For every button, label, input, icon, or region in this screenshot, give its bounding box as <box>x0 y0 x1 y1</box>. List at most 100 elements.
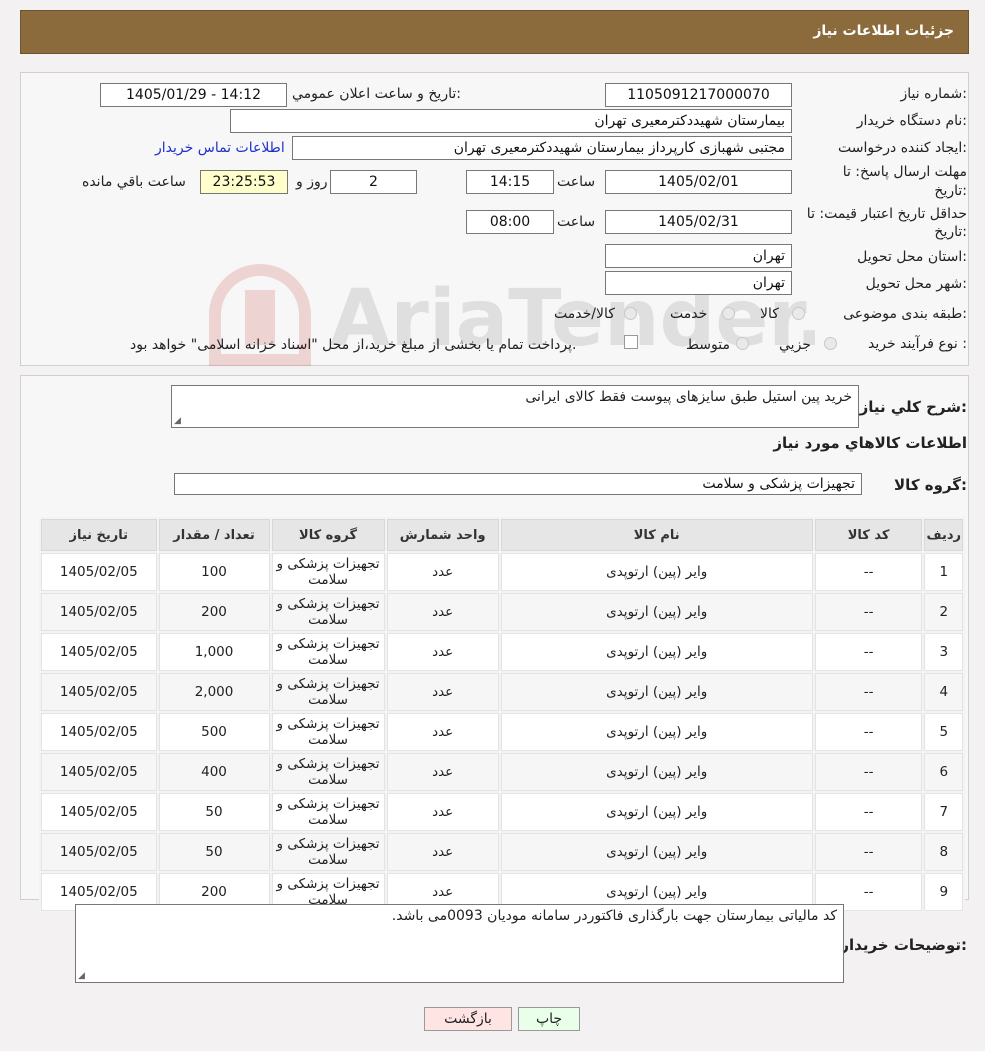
col-need-date: تاریخ نیاز <box>41 519 157 551</box>
cell-row-number: 8 <box>924 833 963 871</box>
cell-row-number: 7 <box>924 793 963 831</box>
table-row: 6 -- وایر (پین) ارتوپدی عدد تجهیزات پزشک… <box>41 753 963 791</box>
cell-item-name: وایر (پین) ارتوپدی <box>500 553 813 591</box>
table-row: 2 -- وایر (پین) ارتوپدی عدد تجهیزات پزشک… <box>41 593 963 631</box>
col-unit: واحد شمارش <box>386 519 499 551</box>
province-label: استان محل تحویل: <box>857 249 967 265</box>
category-goods-service-radio[interactable] <box>624 307 637 320</box>
announce-field: 1405/01/29 - 14:12 <box>100 83 287 107</box>
cell-group: تجهیزات پزشکی و سلامت <box>271 753 385 791</box>
cell-need-date: 1405/02/05 <box>41 833 157 871</box>
buyer-org-label: نام دستگاه خریدار: <box>856 113 967 129</box>
deadline-time-field: 14:15 <box>466 170 554 194</box>
buyer-notes-label: توضیحات خریدار: <box>840 936 967 954</box>
resize-handle-icon[interactable]: ◢ <box>174 416 181 426</box>
creator-field: مجتبی شهبازی کارپرداز بیمارستان شهیددکتر… <box>292 136 792 160</box>
cell-quantity: 400 <box>158 753 270 791</box>
cell-item-code: -- <box>814 673 923 711</box>
cell-item-code: -- <box>814 713 923 751</box>
cell-row-number: 2 <box>924 593 963 631</box>
cell-row-number: 9 <box>924 873 963 911</box>
cell-quantity: 200 <box>158 593 270 631</box>
page-title: جزئیات اطلاعات نیاز <box>813 23 954 39</box>
days-remaining-field: 2 <box>330 170 417 194</box>
cell-group: تجهیزات پزشکی و سلامت <box>271 793 385 831</box>
table-row: 8 -- وایر (پین) ارتوپدی عدد تجهیزات پزشک… <box>41 833 963 871</box>
need-number-field: 1105091217000070 <box>605 83 792 107</box>
cell-quantity: 500 <box>158 713 270 751</box>
process-small-radio[interactable] <box>824 337 837 350</box>
need-number-label: شماره نیاز: <box>900 86 967 102</box>
cell-item-code: -- <box>814 753 923 791</box>
col-row-number: ردیف <box>924 519 963 551</box>
buyer-notes-text: کد مالیاتی بیمارستان جهت بارگذاری فاکتور… <box>391 908 837 924</box>
category-goods-service-label: کالا/خدمت <box>554 306 615 322</box>
cell-unit: عدد <box>386 673 499 711</box>
cell-item-code: -- <box>814 793 923 831</box>
cell-row-number: 4 <box>924 673 963 711</box>
province-field: تهران <box>605 244 792 268</box>
print-button[interactable]: چاپ <box>518 1007 580 1031</box>
buyer-contact-link[interactable]: اطلاعات تماس خریدار <box>155 140 285 156</box>
cell-unit: عدد <box>386 753 499 791</box>
col-quantity: تعداد / مقدار <box>158 519 270 551</box>
cell-row-number: 1 <box>924 553 963 591</box>
resize-handle-icon[interactable]: ◢ <box>78 971 85 981</box>
remaining-time-field: 23:25:53 <box>200 170 288 194</box>
deadline-date-field: 1405/02/01 <box>605 170 792 194</box>
table-row: 4 -- وایر (پین) ارتوپدی عدد تجهیزات پزشک… <box>41 673 963 711</box>
goods-group-field: تجهیزات پزشکی و سلامت <box>174 473 862 495</box>
cell-group: تجهیزات پزشکی و سلامت <box>271 833 385 871</box>
cell-group: تجهیزات پزشکی و سلامت <box>271 633 385 671</box>
summary-textarea[interactable]: خرید پین استیل طبق سایزهای پیوست فقط کال… <box>171 385 859 428</box>
cell-quantity: 100 <box>158 553 270 591</box>
cell-unit: عدد <box>386 593 499 631</box>
process-label: نوع فرآیند خرید : <box>868 336 967 352</box>
cell-need-date: 1405/02/05 <box>41 753 157 791</box>
cell-need-date: 1405/02/05 <box>41 673 157 711</box>
city-field: تهران <box>605 271 792 295</box>
remaining-time-label: ساعت باقي مانده <box>82 174 186 190</box>
cell-need-date: 1405/02/05 <box>41 713 157 751</box>
summary-label: شرح کلي نیاز: <box>859 398 967 416</box>
price-validity-label-date: تاریخ: <box>934 224 967 240</box>
cell-need-date: 1405/02/05 <box>41 633 157 671</box>
cell-group: تجهیزات پزشکی و سلامت <box>271 673 385 711</box>
col-item-name: نام کالا <box>500 519 813 551</box>
table-row: 3 -- وایر (پین) ارتوپدی عدد تجهیزات پزشک… <box>41 633 963 671</box>
process-medium-label: متوسط <box>686 337 730 353</box>
cell-unit: عدد <box>386 633 499 671</box>
cell-unit: عدد <box>386 793 499 831</box>
category-service-radio[interactable] <box>722 307 735 320</box>
cell-need-date: 1405/02/05 <box>41 793 157 831</box>
category-label: طبقه بندی موضوعی: <box>843 306 967 322</box>
cell-item-code: -- <box>814 633 923 671</box>
category-service-label: خدمت <box>670 306 708 322</box>
table-row: 5 -- وایر (پین) ارتوپدی عدد تجهیزات پزشک… <box>41 713 963 751</box>
cell-item-name: وایر (پین) ارتوپدی <box>500 793 813 831</box>
back-button[interactable]: بازگشت <box>424 1007 512 1031</box>
process-medium-radio[interactable] <box>736 337 749 350</box>
price-validity-time-field: 08:00 <box>466 210 554 234</box>
table-row: 1 -- وایر (پین) ارتوپدی عدد تجهیزات پزشک… <box>41 553 963 591</box>
deadline-time-label: ساعت <box>557 174 596 190</box>
cell-item-name: وایر (پین) ارتوپدی <box>500 633 813 671</box>
days-label: روز و <box>296 174 328 190</box>
process-small-label: جزیي <box>779 337 811 353</box>
cell-item-name: وایر (پین) ارتوپدی <box>500 673 813 711</box>
cell-group: تجهیزات پزشکی و سلامت <box>271 593 385 631</box>
deadline-label-date: تاریخ: <box>934 183 967 199</box>
cell-need-date: 1405/02/05 <box>41 553 157 591</box>
summary-text: خرید پین استیل طبق سایزهای پیوست فقط کال… <box>525 389 852 405</box>
price-validity-time-label: ساعت <box>557 214 596 230</box>
buyer-notes-textarea[interactable]: کد مالیاتی بیمارستان جهت بارگذاری فاکتور… <box>75 904 844 983</box>
category-goods-radio[interactable] <box>792 307 805 320</box>
cell-quantity: 50 <box>158 833 270 871</box>
cell-row-number: 5 <box>924 713 963 751</box>
cell-row-number: 3 <box>924 633 963 671</box>
treasury-checkbox[interactable] <box>624 335 638 349</box>
cell-item-name: وایر (پین) ارتوپدی <box>500 833 813 871</box>
price-validity-label: حداقل تاریخ اعتبار قیمت: تا <box>806 206 967 222</box>
table-header-row: ردیف کد کالا نام کالا واحد شمارش گروه کا… <box>41 519 963 551</box>
col-group: گروه کالا <box>271 519 385 551</box>
